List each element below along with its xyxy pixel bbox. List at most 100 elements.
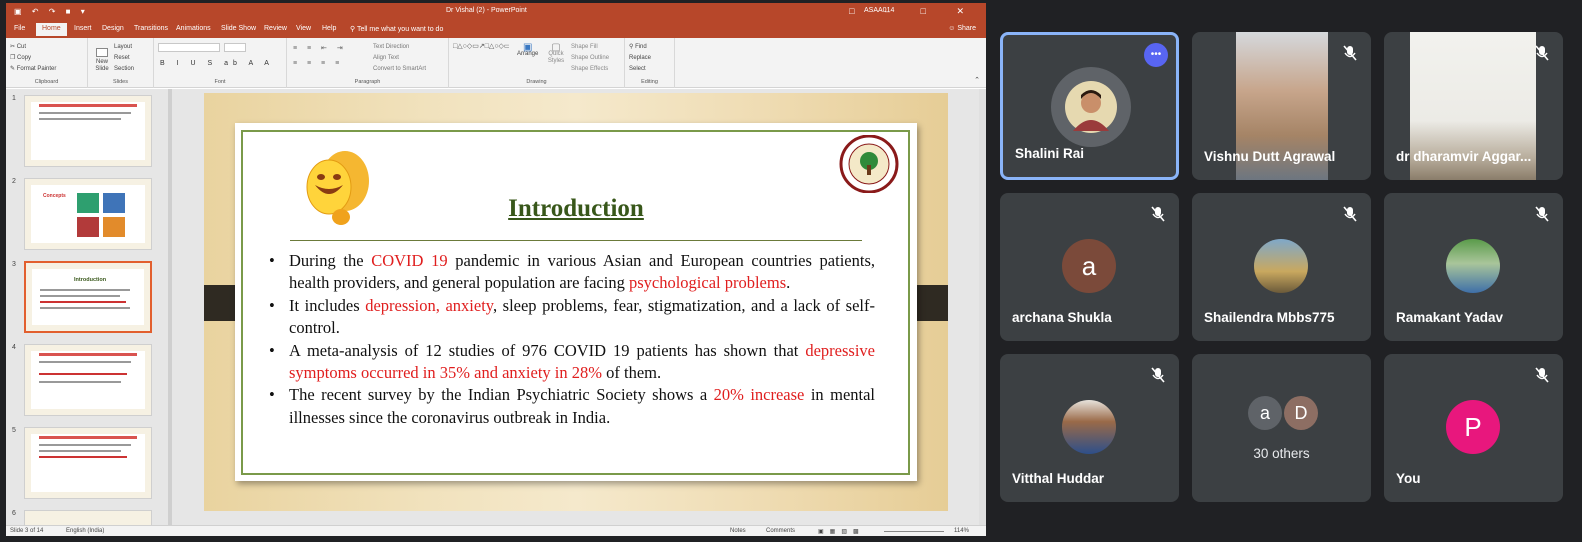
font-size-select[interactable] [224, 43, 246, 52]
list-buttons[interactable]: ≡ ≡ ⇤ ⇥ [293, 44, 347, 52]
view-buttons[interactable]: ▣▦▧▩ [818, 528, 865, 535]
notes-button[interactable]: Notes [730, 528, 746, 534]
participant-tile-shalini-rai[interactable]: ••• Shalini Rai [1000, 32, 1179, 180]
arrange-icon: ▣ [522, 42, 533, 53]
tab-animations[interactable]: Animations [176, 25, 211, 32]
slide-thumbnail-1[interactable] [24, 95, 152, 167]
shape-effects-button[interactable]: Shape Effects [571, 64, 609, 75]
participants-grid: ••• Shalini Rai Vishnu Dutt Agrawal dr d… [1000, 32, 1563, 506]
thumb-number: 4 [12, 344, 16, 351]
slide-thumbnail-2[interactable]: Concepts [24, 178, 152, 250]
participant-name: archana Shukla [1012, 310, 1112, 325]
avatar [1446, 239, 1500, 293]
mic-off-icon [1343, 45, 1357, 61]
new-slide-button[interactable]: New Slide [92, 48, 112, 73]
participant-tile-vishnu[interactable]: Vishnu Dutt Agrawal [1192, 32, 1371, 180]
layout-button[interactable]: Layout [114, 42, 134, 53]
tab-home[interactable]: Home [36, 23, 67, 36]
share-button[interactable]: ☺ Share [948, 25, 976, 32]
slide-thumbnail-5[interactable] [24, 427, 152, 499]
brush-icon: ✎ [10, 66, 17, 72]
comments-button[interactable]: Comments [766, 528, 795, 534]
status-bar: Slide 3 of 14 English (India) Notes Comm… [6, 525, 986, 536]
shapes-gallery[interactable]: □△○◇▭↗□△○◇▭↗□△○◇ [453, 42, 509, 72]
tab-slide-show[interactable]: Slide Show [221, 25, 256, 32]
avatar [1051, 67, 1131, 147]
participant-name: Vishnu Dutt Agrawal [1204, 149, 1336, 164]
new-slide-icon [96, 48, 108, 57]
thumb-number: 6 [12, 510, 16, 517]
slide-thumbnail-6[interactable] [24, 510, 152, 525]
profile-photo-icon [1065, 81, 1117, 133]
slide-thumbnails-pane: 1 2 Concepts 3 Introduction 4 5 6 [6, 89, 171, 525]
drawing-group: □△○◇▭↗□△○◇▭↗□△○◇ ▣Arrange ▢Quick Styles … [449, 38, 625, 88]
shape-outline-button[interactable]: Shape Outline [571, 53, 609, 64]
font-name-select[interactable] [158, 43, 220, 52]
tab-file[interactable]: File [14, 25, 25, 32]
bullet-item: During the COVID 19 pandemic in various … [269, 250, 875, 295]
quick-access-toolbar[interactable]: ▣ ↶ ↷ ■ ▾ [14, 7, 89, 16]
participant-tile-dharamvir[interactable]: dr dharamvir Aggar... [1384, 32, 1563, 180]
participant-name: Shailendra Mbbs775 [1204, 310, 1335, 325]
shape-fill-button[interactable]: Shape Fill [571, 42, 609, 53]
canvas-scrollbar[interactable] [979, 89, 986, 525]
replace-button[interactable]: Replace [629, 53, 651, 64]
tab-review[interactable]: Review [264, 25, 287, 32]
slide-thumbnail-4[interactable] [24, 344, 152, 416]
slide-content-card: Introduction During the COVID 19 pandemi… [235, 123, 917, 481]
tab-view[interactable]: View [296, 25, 311, 32]
avatar-letter: a [1062, 239, 1116, 293]
more-options-icon[interactable]: ••• [1144, 43, 1168, 67]
text-direction-button[interactable]: Text Direction [373, 42, 426, 53]
participant-name: Ramakant Yadav [1396, 310, 1504, 325]
reset-button[interactable]: Reset [114, 53, 134, 64]
participant-tile-ramakant[interactable]: Ramakant Yadav [1384, 193, 1563, 341]
quick-styles-button[interactable]: ▢ Quick Styles [547, 42, 565, 65]
select-button[interactable]: Select [629, 64, 651, 75]
thumb-number: 3 [12, 261, 16, 268]
participant-tile-vitthal[interactable]: Vitthal Huddar [1000, 354, 1179, 502]
section-button[interactable]: Section [114, 64, 134, 75]
convert-smartart-button[interactable]: Convert to SmartArt [373, 64, 426, 75]
tab-design[interactable]: Design [102, 25, 124, 32]
quick-styles-icon: ▢ [551, 42, 561, 53]
arrange-button[interactable]: ▣ Arrange [517, 42, 538, 58]
collapse-ribbon-icon[interactable]: ⌃ [974, 76, 980, 84]
thumb-title: Introduction [74, 277, 107, 283]
powerpoint-window: ▣ ↶ ↷ ■ ▾ Dr Vishal (2) - PowerPoint ASA… [6, 3, 986, 536]
bullet-item: The recent survey by the Indian Psychiat… [269, 384, 875, 429]
thumb-title: Concepts [43, 193, 66, 199]
editing-group: ⚲ Find Replace Select Editing [625, 38, 675, 88]
participant-name: You [1396, 471, 1421, 486]
font-format-buttons[interactable]: B I U S ab A A [160, 60, 274, 67]
slide-thumbnail-3[interactable]: Introduction [24, 261, 152, 333]
zoom-slider[interactable] [884, 531, 944, 532]
find-button[interactable]: ⚲ Find [629, 42, 651, 53]
slides-group: New Slide Layout Reset Section Slides [88, 38, 154, 88]
bullet-item: A meta-analysis of 12 studies of 976 COV… [269, 340, 875, 385]
scissors-icon: ✂ [10, 44, 17, 50]
cut-button[interactable]: ✂ Cut [10, 42, 56, 53]
window-controls[interactable]: □ – □ ✕ [849, 6, 978, 17]
zoom-level[interactable]: 114% [954, 528, 969, 534]
format-painter-button[interactable]: ✎ Format Painter [10, 64, 56, 75]
language-indicator[interactable]: English (India) [66, 528, 104, 534]
current-slide[interactable]: Introduction During the COVID 19 pandemi… [204, 93, 948, 511]
tab-insert[interactable]: Insert [74, 25, 92, 32]
participant-name: dr dharamvir Aggar... [1396, 149, 1532, 164]
tab-help[interactable]: Help [322, 25, 336, 32]
slide-counter: Slide 3 of 14 [10, 528, 44, 534]
avatar [1254, 239, 1308, 293]
align-buttons[interactable]: ≡ ≡ ≡ ≡ [293, 60, 343, 67]
slide-heading: Introduction [508, 195, 644, 222]
institute-logo-icon [839, 135, 899, 193]
participant-tile-others[interactable]: a D 30 others [1192, 354, 1371, 502]
align-text-button[interactable]: Align Text [373, 53, 426, 64]
participant-tile-you[interactable]: P You [1384, 354, 1563, 502]
tab-transitions[interactable]: Transitions [134, 25, 168, 32]
copy-button[interactable]: ❐ Copy [10, 53, 56, 64]
participant-tile-archana[interactable]: a archana Shukla [1000, 193, 1179, 341]
heading-underline [290, 240, 862, 241]
participant-tile-shailendra[interactable]: Shailendra Mbbs775 [1192, 193, 1371, 341]
tell-me-search[interactable]: ⚲ Tell me what you want to do [350, 25, 443, 33]
